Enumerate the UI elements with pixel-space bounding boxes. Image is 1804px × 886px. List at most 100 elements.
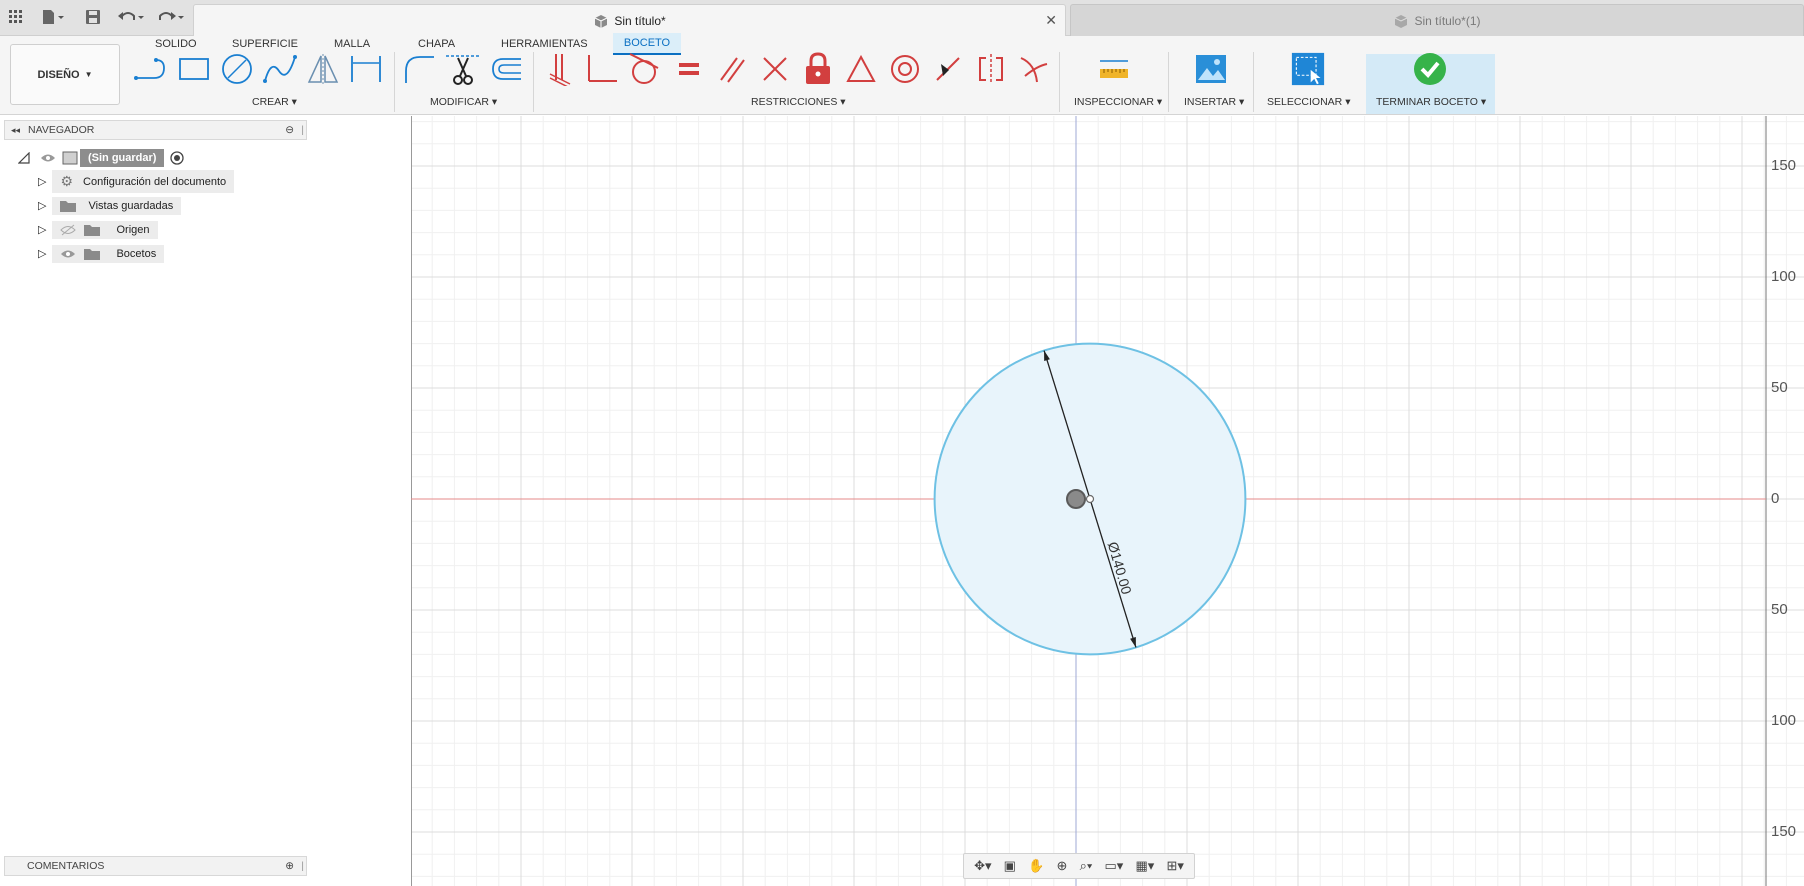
pin-handle-icon[interactable]: | xyxy=(301,124,304,136)
expand-triangle-icon[interactable]: ▷ xyxy=(38,175,46,188)
tree-item-label: Vistas guardadas xyxy=(88,199,174,212)
group-create-label: CREAR xyxy=(252,96,289,108)
group-modify-menu[interactable]: MODIFICAR ▾ xyxy=(430,96,497,108)
comments-header[interactable]: COMENTARIOS ⊕ | xyxy=(4,856,307,876)
redo-icon[interactable] xyxy=(156,6,186,28)
expand-triangle-icon[interactable]: ▷ xyxy=(38,199,46,212)
save-icon[interactable] xyxy=(84,6,102,28)
add-comment-icon[interactable]: ⊕ xyxy=(285,860,294,872)
document-tab-inactive[interactable]: Sin título*(1) xyxy=(1070,4,1804,36)
concentric-constraint-icon[interactable] xyxy=(888,52,922,86)
sketch-canvas[interactable] xyxy=(411,116,1804,886)
group-select-menu[interactable]: SELECCIONAR ▾ xyxy=(1267,96,1350,108)
expand-triangle-icon[interactable]: ▷ xyxy=(38,223,46,236)
group-inspect-label: INSPECCIONAR xyxy=(1074,96,1154,108)
symmetry-constraint-icon[interactable] xyxy=(974,52,1008,86)
pan-hand-icon[interactable]: ✋ xyxy=(1028,858,1044,874)
origin-point xyxy=(1066,489,1086,509)
lock-icon[interactable] xyxy=(801,52,835,86)
workspace-switcher-button[interactable]: DISEÑO ▼ xyxy=(10,44,120,105)
document-tab-title: Sin título* xyxy=(614,13,666,28)
file-menu-icon[interactable] xyxy=(38,6,68,28)
viewports-icon[interactable]: ⊞▾ xyxy=(1166,858,1183,874)
rectangle-tool-icon[interactable] xyxy=(177,52,211,86)
apps-grid-icon[interactable] xyxy=(6,6,26,28)
visibility-eye-icon[interactable] xyxy=(40,153,56,163)
group-constraints-menu[interactable]: RESTRICCIONES ▾ xyxy=(751,96,846,108)
part-cube-icon xyxy=(595,14,608,28)
ruler-label: 100 xyxy=(1771,712,1797,729)
coincident-constraint-icon[interactable] xyxy=(543,52,577,86)
grid-settings-icon[interactable]: ▦▾ xyxy=(1135,858,1154,874)
hidden-eye-icon[interactable] xyxy=(60,224,77,236)
close-icon[interactable]: ✕ xyxy=(1045,12,1057,29)
circle-tool-icon[interactable] xyxy=(220,52,254,86)
orbit-icon[interactable]: ✥▾ xyxy=(974,858,991,874)
minimize-icon[interactable]: ⊖ xyxy=(285,124,294,136)
tree-item[interactable]: ▷ ⚙ Configuración del documento xyxy=(38,170,235,193)
equal-constraint-icon[interactable] xyxy=(672,52,706,86)
line-tool-icon[interactable] xyxy=(134,52,168,86)
measure-ruler-icon[interactable] xyxy=(1097,52,1131,86)
toolbar-separator xyxy=(1253,52,1254,112)
zoom-icon[interactable]: ⊕ xyxy=(1057,858,1068,874)
ruler-label: 100 xyxy=(1771,268,1797,285)
ruler-label: 50 xyxy=(1771,601,1788,618)
dimension-tool-icon[interactable] xyxy=(349,52,383,86)
sketch-grid[interactable] xyxy=(411,116,1804,886)
browser-header: ◂◂ NAVEGADOR ⊖ | xyxy=(4,120,307,140)
group-inspect-menu[interactable]: INSPECCIONAR ▾ xyxy=(1074,96,1162,108)
perpendicular-constraint-icon[interactable] xyxy=(585,52,619,86)
tree-root[interactable]: (Sin guardar) xyxy=(18,147,185,168)
fit-window-icon[interactable]: ⌕▾ xyxy=(1080,858,1093,874)
undo-icon[interactable] xyxy=(116,6,146,28)
toolbar-separator xyxy=(533,52,534,112)
mirror-tool-icon[interactable] xyxy=(306,52,340,86)
toolbar-separator xyxy=(394,52,395,112)
group-create-menu[interactable]: CREAR ▾ xyxy=(252,96,297,108)
group-finish-menu[interactable]: TERMINAR BOCETO ▾ xyxy=(1376,96,1486,108)
comments-title: COMENTARIOS xyxy=(27,860,105,872)
expanded-triangle-icon[interactable] xyxy=(18,151,30,164)
checkmark-icon[interactable] xyxy=(1413,52,1447,86)
group-select-label: SELECCIONAR xyxy=(1267,96,1343,108)
offset-tool-icon[interactable] xyxy=(489,52,523,86)
title-bar: Sin título* ✕ Sin título*(1) xyxy=(0,0,1804,36)
pin-handle-icon[interactable]: | xyxy=(301,860,304,872)
folder-icon xyxy=(84,248,101,260)
collapse-panel-icon[interactable]: ◂◂ xyxy=(11,125,20,136)
toolbar-separator xyxy=(1059,52,1060,112)
browser-panel: ◂◂ NAVEGADOR ⊖ | (Sin guardar) ▷ ⚙ Confi… xyxy=(0,116,411,886)
insert-image-icon[interactable] xyxy=(1194,52,1228,86)
trim-scissors-icon[interactable] xyxy=(446,52,480,86)
midpoint-constraint-icon[interactable] xyxy=(931,52,965,86)
gear-icon: ⚙ xyxy=(60,173,74,189)
tree-item[interactable]: ▷ Origen xyxy=(38,219,158,240)
ruler-label: 150 xyxy=(1771,157,1797,174)
display-settings-icon[interactable]: ▭▾ xyxy=(1105,858,1124,874)
tree-root-label: (Sin guardar) xyxy=(80,148,165,167)
group-modify-label: MODIFICAR xyxy=(430,96,489,108)
browser-title: NAVEGADOR xyxy=(28,124,95,136)
collinear-constraint-icon[interactable] xyxy=(758,52,792,86)
curvature-constraint-icon[interactable] xyxy=(1017,52,1051,86)
tangent-constraint-icon[interactable] xyxy=(628,52,662,86)
parallel-constraint-icon[interactable] xyxy=(715,52,749,86)
tree-item[interactable]: ▷ Bocetos xyxy=(38,243,165,264)
fillet-tool-icon[interactable] xyxy=(402,52,436,86)
expand-triangle-icon[interactable]: ▷ xyxy=(38,247,46,260)
folder-icon xyxy=(84,224,101,236)
workspace-switcher-label: DISEÑO xyxy=(37,68,80,81)
spline-tool-icon[interactable] xyxy=(263,52,297,86)
triangle-constraint-icon[interactable] xyxy=(844,52,878,86)
look-at-icon[interactable]: ▣ xyxy=(1004,858,1016,874)
document-tab-active[interactable]: Sin título* ✕ xyxy=(193,4,1066,36)
tree-item[interactable]: ▷ Vistas guardadas xyxy=(38,195,182,216)
ruler-label: 0 xyxy=(1771,490,1780,507)
select-window-icon[interactable] xyxy=(1291,52,1325,86)
visibility-eye-icon[interactable] xyxy=(60,248,76,260)
document-tab-title: Sin título*(1) xyxy=(1414,13,1481,28)
group-insert-menu[interactable]: INSERTAR ▾ xyxy=(1184,96,1244,108)
toolbar-separator xyxy=(1168,52,1169,112)
activate-radio-icon[interactable] xyxy=(170,150,185,165)
